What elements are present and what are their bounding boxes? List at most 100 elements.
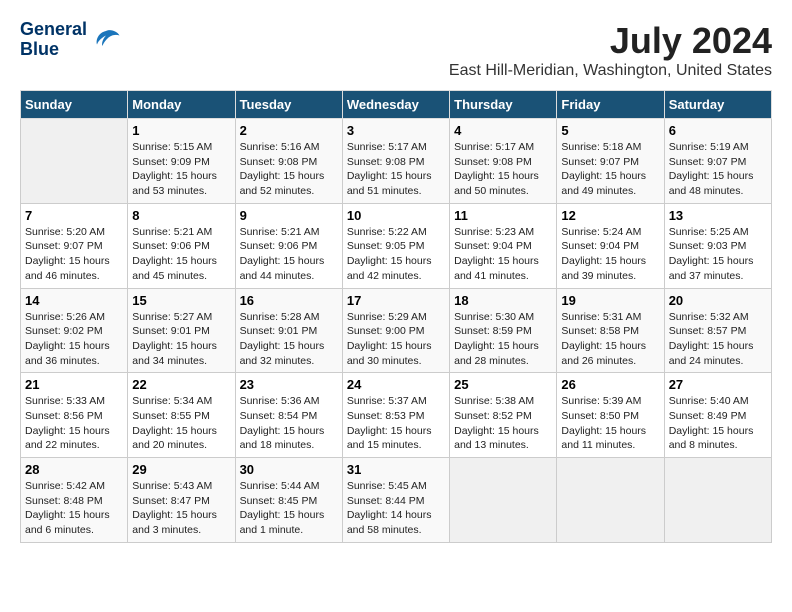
day-info: Sunrise: 5:28 AM Sunset: 9:01 PM Dayligh… bbox=[240, 310, 338, 369]
day-info: Sunrise: 5:21 AM Sunset: 9:06 PM Dayligh… bbox=[132, 225, 230, 284]
day-cell: 9 Sunrise: 5:21 AM Sunset: 9:06 PM Daylig… bbox=[235, 203, 342, 288]
day-number: 1 bbox=[132, 123, 230, 138]
day-number: 16 bbox=[240, 293, 338, 308]
day-info: Sunrise: 5:17 AM Sunset: 9:08 PM Dayligh… bbox=[347, 140, 445, 199]
day-cell: 21Sunrise: 5:33 AM Sunset: 8:56 PM Dayli… bbox=[21, 373, 128, 458]
day-info: Sunrise: 5:43 AM Sunset: 8:47 PM Dayligh… bbox=[132, 479, 230, 538]
day-info: Sunrise: 5:45 AM Sunset: 8:44 PM Dayligh… bbox=[347, 479, 445, 538]
day-cell: 18Sunrise: 5:30 AM Sunset: 8:59 PM Dayli… bbox=[450, 288, 557, 373]
header: General Blue July 2024 East Hill-Meridia… bbox=[20, 20, 772, 80]
day-number: 28 bbox=[25, 462, 123, 477]
week-row-2: 7Sunrise: 5:20 AM Sunset: 9:07 PM Daylig… bbox=[21, 203, 772, 288]
day-number: 25 bbox=[454, 377, 552, 392]
day-number: 10 bbox=[347, 208, 445, 223]
day-info: Sunrise: 5:24 AM Sunset: 9:04 PM Dayligh… bbox=[561, 225, 659, 284]
location-title: East Hill-Meridian, Washington, United S… bbox=[449, 62, 772, 80]
day-info: Sunrise: 5:29 AM Sunset: 9:00 PM Dayligh… bbox=[347, 310, 445, 369]
day-number: 9 bbox=[240, 208, 338, 223]
day-info: Sunrise: 5:40 AM Sunset: 8:49 PM Dayligh… bbox=[669, 394, 767, 453]
day-number: 26 bbox=[561, 377, 659, 392]
calendar-table: SundayMondayTuesdayWednesdayThursdayFrid… bbox=[20, 90, 772, 543]
day-info: Sunrise: 5:19 AM Sunset: 9:07 PM Dayligh… bbox=[669, 140, 767, 199]
day-number: 13 bbox=[669, 208, 767, 223]
day-cell: 8Sunrise: 5:21 AM Sunset: 9:06 PM Daylig… bbox=[128, 203, 235, 288]
calendar-body: 1 Sunrise: 5:15 AM Sunset: 9:09 PM Daylig… bbox=[21, 119, 772, 543]
day-cell: 23 Sunrise: 5:36 AM Sunset: 8:54 PM Dayli… bbox=[235, 373, 342, 458]
day-cell: 28Sunrise: 5:42 AM Sunset: 8:48 PM Dayli… bbox=[21, 458, 128, 543]
day-info: Sunrise: 5:36 AM Sunset: 8:54 PM Dayligh… bbox=[240, 394, 338, 453]
day-info: Sunrise: 5:39 AM Sunset: 8:50 PM Dayligh… bbox=[561, 394, 659, 453]
day-number: 20 bbox=[669, 293, 767, 308]
day-cell bbox=[557, 458, 664, 543]
logo-text-line1: General bbox=[20, 20, 87, 40]
day-cell: 29Sunrise: 5:43 AM Sunset: 8:47 PM Dayli… bbox=[128, 458, 235, 543]
day-cell: 1 Sunrise: 5:15 AM Sunset: 9:09 PM Daylig… bbox=[128, 119, 235, 204]
logo-text-line2: Blue bbox=[20, 40, 87, 60]
header-cell-thursday: Thursday bbox=[450, 91, 557, 119]
header-cell-sunday: Sunday bbox=[21, 91, 128, 119]
day-number: 19 bbox=[561, 293, 659, 308]
day-number: 7 bbox=[25, 208, 123, 223]
day-info: Sunrise: 5:37 AM Sunset: 8:53 PM Dayligh… bbox=[347, 394, 445, 453]
day-cell: 12 Sunrise: 5:24 AM Sunset: 9:04 PM Dayli… bbox=[557, 203, 664, 288]
day-cell: 14 Sunrise: 5:26 AM Sunset: 9:02 PM Dayli… bbox=[21, 288, 128, 373]
day-number: 14 bbox=[25, 293, 123, 308]
day-info: Sunrise: 5:30 AM Sunset: 8:59 PM Dayligh… bbox=[454, 310, 552, 369]
day-cell: 4 Sunrise: 5:17 AM Sunset: 9:08 PM Daylig… bbox=[450, 119, 557, 204]
header-cell-friday: Friday bbox=[557, 91, 664, 119]
header-cell-saturday: Saturday bbox=[664, 91, 771, 119]
day-number: 22 bbox=[132, 377, 230, 392]
day-info: Sunrise: 5:44 AM Sunset: 8:45 PM Dayligh… bbox=[240, 479, 338, 538]
day-cell: 22Sunrise: 5:34 AM Sunset: 8:55 PM Dayli… bbox=[128, 373, 235, 458]
day-cell: 20 Sunrise: 5:32 AM Sunset: 8:57 PM Dayli… bbox=[664, 288, 771, 373]
day-cell: 19Sunrise: 5:31 AM Sunset: 8:58 PM Dayli… bbox=[557, 288, 664, 373]
day-info: Sunrise: 5:18 AM Sunset: 9:07 PM Dayligh… bbox=[561, 140, 659, 199]
day-number: 21 bbox=[25, 377, 123, 392]
day-cell: 5Sunrise: 5:18 AM Sunset: 9:07 PM Daylig… bbox=[557, 119, 664, 204]
day-cell: 15Sunrise: 5:27 AM Sunset: 9:01 PM Dayli… bbox=[128, 288, 235, 373]
day-info: Sunrise: 5:25 AM Sunset: 9:03 PM Dayligh… bbox=[669, 225, 767, 284]
day-info: Sunrise: 5:15 AM Sunset: 9:09 PM Dayligh… bbox=[132, 140, 230, 199]
day-cell bbox=[664, 458, 771, 543]
logo-bird-icon bbox=[91, 25, 121, 55]
day-cell: 13 Sunrise: 5:25 AM Sunset: 9:03 PM Dayli… bbox=[664, 203, 771, 288]
day-number: 31 bbox=[347, 462, 445, 477]
day-cell: 25 Sunrise: 5:38 AM Sunset: 8:52 PM Dayli… bbox=[450, 373, 557, 458]
day-cell: 17 Sunrise: 5:29 AM Sunset: 9:00 PM Dayli… bbox=[342, 288, 449, 373]
day-number: 6 bbox=[669, 123, 767, 138]
day-number: 24 bbox=[347, 377, 445, 392]
day-number: 4 bbox=[454, 123, 552, 138]
day-info: Sunrise: 5:21 AM Sunset: 9:06 PM Dayligh… bbox=[240, 225, 338, 284]
week-row-5: 28Sunrise: 5:42 AM Sunset: 8:48 PM Dayli… bbox=[21, 458, 772, 543]
day-cell: 6 Sunrise: 5:19 AM Sunset: 9:07 PM Daylig… bbox=[664, 119, 771, 204]
day-cell: 26 Sunrise: 5:39 AM Sunset: 8:50 PM Dayli… bbox=[557, 373, 664, 458]
day-number: 17 bbox=[347, 293, 445, 308]
day-info: Sunrise: 5:16 AM Sunset: 9:08 PM Dayligh… bbox=[240, 140, 338, 199]
day-info: Sunrise: 5:32 AM Sunset: 8:57 PM Dayligh… bbox=[669, 310, 767, 369]
day-number: 12 bbox=[561, 208, 659, 223]
week-row-1: 1 Sunrise: 5:15 AM Sunset: 9:09 PM Daylig… bbox=[21, 119, 772, 204]
day-number: 27 bbox=[669, 377, 767, 392]
day-info: Sunrise: 5:38 AM Sunset: 8:52 PM Dayligh… bbox=[454, 394, 552, 453]
day-cell: 7Sunrise: 5:20 AM Sunset: 9:07 PM Daylig… bbox=[21, 203, 128, 288]
day-number: 23 bbox=[240, 377, 338, 392]
header-cell-tuesday: Tuesday bbox=[235, 91, 342, 119]
day-cell: 16 Sunrise: 5:28 AM Sunset: 9:01 PM Dayli… bbox=[235, 288, 342, 373]
day-number: 3 bbox=[347, 123, 445, 138]
header-cell-wednesday: Wednesday bbox=[342, 91, 449, 119]
month-title: July 2024 bbox=[449, 20, 772, 62]
header-row: SundayMondayTuesdayWednesdayThursdayFrid… bbox=[21, 91, 772, 119]
day-number: 15 bbox=[132, 293, 230, 308]
day-cell: 11Sunrise: 5:23 AM Sunset: 9:04 PM Dayli… bbox=[450, 203, 557, 288]
day-cell bbox=[21, 119, 128, 204]
day-info: Sunrise: 5:17 AM Sunset: 9:08 PM Dayligh… bbox=[454, 140, 552, 199]
day-cell: 3 Sunrise: 5:17 AM Sunset: 9:08 PM Daylig… bbox=[342, 119, 449, 204]
week-row-3: 14 Sunrise: 5:26 AM Sunset: 9:02 PM Dayli… bbox=[21, 288, 772, 373]
logo: General Blue bbox=[20, 20, 121, 60]
day-info: Sunrise: 5:22 AM Sunset: 9:05 PM Dayligh… bbox=[347, 225, 445, 284]
week-row-4: 21Sunrise: 5:33 AM Sunset: 8:56 PM Dayli… bbox=[21, 373, 772, 458]
day-info: Sunrise: 5:26 AM Sunset: 9:02 PM Dayligh… bbox=[25, 310, 123, 369]
calendar-header: SundayMondayTuesdayWednesdayThursdayFrid… bbox=[21, 91, 772, 119]
day-cell: 10 Sunrise: 5:22 AM Sunset: 9:05 PM Dayli… bbox=[342, 203, 449, 288]
day-cell: 31 Sunrise: 5:45 AM Sunset: 8:44 PM Dayli… bbox=[342, 458, 449, 543]
